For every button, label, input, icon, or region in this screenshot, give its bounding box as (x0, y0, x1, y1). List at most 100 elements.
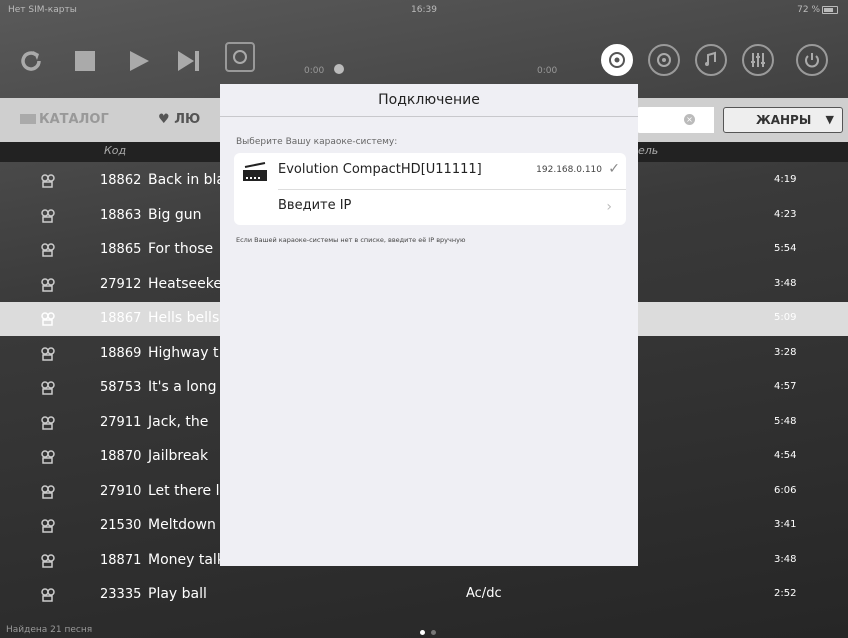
camera-icon (40, 208, 56, 223)
camera-icon (40, 380, 56, 395)
device-name: Evolution CompactHD[U11111] (278, 162, 482, 177)
settings-disc-icon (609, 52, 625, 68)
song-title: Highway t (148, 345, 219, 361)
chevron-right-icon: › (606, 199, 612, 215)
play-button[interactable] (122, 44, 156, 78)
equalizer-icon (751, 53, 765, 67)
song-duration: 3:41 (774, 519, 797, 530)
camera-icon (40, 173, 56, 188)
refresh-button[interactable] (14, 44, 48, 78)
next-button[interactable] (172, 44, 206, 78)
hint-text: Если Вашей караоке-системы нет в списке,… (236, 236, 466, 244)
enter-ip-label: Введите IP (278, 198, 352, 213)
power-button[interactable] (796, 44, 828, 76)
disc-settings-button[interactable] (601, 44, 633, 76)
song-title: It's a long (148, 379, 217, 395)
catalog-book-icon (20, 114, 36, 124)
progress-handle[interactable] (334, 64, 344, 74)
song-duration: 5:09 (774, 312, 797, 323)
modal-divider (220, 116, 638, 117)
song-code: 18862 (100, 173, 142, 188)
song-code: 27912 (100, 277, 142, 292)
play-icon (130, 51, 149, 71)
song-artist: Ac/dc (466, 586, 502, 601)
song-code: 18865 (100, 242, 142, 257)
device-item[interactable]: Evolution CompactHD[U11111] 192.168.0.11… (234, 153, 626, 189)
search-input[interactable] (636, 107, 714, 133)
stop-icon (75, 51, 95, 71)
song-duration: 4:19 (774, 174, 797, 185)
camera-icon (40, 277, 56, 292)
song-code: 27910 (100, 484, 142, 499)
song-title: Meltdown (148, 517, 216, 533)
stop-button[interactable] (68, 44, 102, 78)
camera-icon (40, 415, 56, 430)
page-indicator (420, 628, 442, 638)
song-duration: 2:52 (774, 588, 797, 599)
connection-modal: Подключение Выберите Вашу караоке-систем… (220, 84, 638, 566)
column-code: Код (104, 144, 127, 157)
clock: 16:39 (411, 5, 437, 15)
camera-icon (40, 587, 56, 602)
song-title: Heatseeke (148, 276, 222, 292)
song-duration: 3:28 (774, 347, 797, 358)
refresh-icon (21, 51, 41, 71)
music-r-button[interactable] (695, 44, 727, 76)
song-title: For those (148, 241, 214, 257)
record-icon (233, 50, 247, 64)
song-title: Big gun (148, 207, 202, 223)
genres-dropdown[interactable]: ЖАНРЫ ▼ (723, 107, 843, 133)
song-title: Play ball (148, 586, 207, 602)
power-icon (805, 53, 819, 68)
song-code: 58753 (100, 380, 142, 395)
status-bar: Нет SIM-карты 16:39 72 % (0, 0, 848, 20)
song-title: Let there l (148, 483, 220, 499)
song-code: 18863 (100, 208, 142, 223)
song-code: 21530 (100, 518, 142, 533)
music-r-icon (705, 51, 716, 66)
song-duration: 3:48 (774, 278, 797, 289)
song-code: 27911 (100, 415, 142, 430)
camera-icon (40, 518, 56, 533)
song-code: 18870 (100, 449, 142, 464)
song-duration: 5:54 (774, 243, 797, 254)
next-icon (178, 51, 199, 71)
song-row[interactable]: 23335 Play ball Ac/dc 2:52 (0, 578, 848, 612)
speaker-button[interactable] (648, 44, 680, 76)
dropdown-arrow-icon: ▼ (825, 113, 834, 126)
time-total: 0:00 (537, 66, 558, 76)
song-title: Jack, the (148, 414, 209, 430)
song-title: Hells bells (148, 310, 220, 326)
song-code: 18867 (100, 311, 142, 326)
time-elapsed: 0:00 (304, 66, 325, 76)
select-system-label: Выберите Вашу караоке-систему: (236, 137, 398, 147)
song-duration: 4:23 (774, 209, 797, 220)
device-ip: 192.168.0.110 (536, 165, 602, 175)
camera-icon (40, 242, 56, 257)
record-button[interactable] (225, 42, 255, 72)
heart-icon: ♥ (158, 112, 170, 127)
camera-icon (40, 449, 56, 464)
clear-search-icon[interactable]: × (684, 114, 695, 125)
column-artist: ель (638, 144, 659, 157)
song-code: 18869 (100, 346, 142, 361)
battery-icon (822, 5, 838, 14)
speaker-icon (657, 53, 671, 67)
camera-icon (40, 484, 56, 499)
battery-status: 72 % (797, 5, 838, 15)
song-title: Back in bla (148, 172, 226, 188)
song-title: Jailbreak (148, 448, 209, 464)
song-code: 18871 (100, 553, 142, 568)
enter-ip-item[interactable]: Введите IP › (234, 189, 626, 225)
equalizer-button[interactable] (742, 44, 774, 76)
tab-favorites[interactable]: ♥ ЛЮ (158, 112, 200, 127)
page-dot-active (420, 630, 425, 635)
page-dot (431, 630, 436, 635)
song-duration: 4:54 (774, 450, 797, 461)
camera-icon (40, 553, 56, 568)
song-duration: 4:57 (774, 381, 797, 392)
song-duration: 6:06 (774, 485, 797, 496)
device-list: Evolution CompactHD[U11111] 192.168.0.11… (234, 153, 626, 225)
tab-catalog[interactable]: КАТАЛОГ (20, 112, 109, 127)
song-duration: 5:48 (774, 416, 797, 427)
